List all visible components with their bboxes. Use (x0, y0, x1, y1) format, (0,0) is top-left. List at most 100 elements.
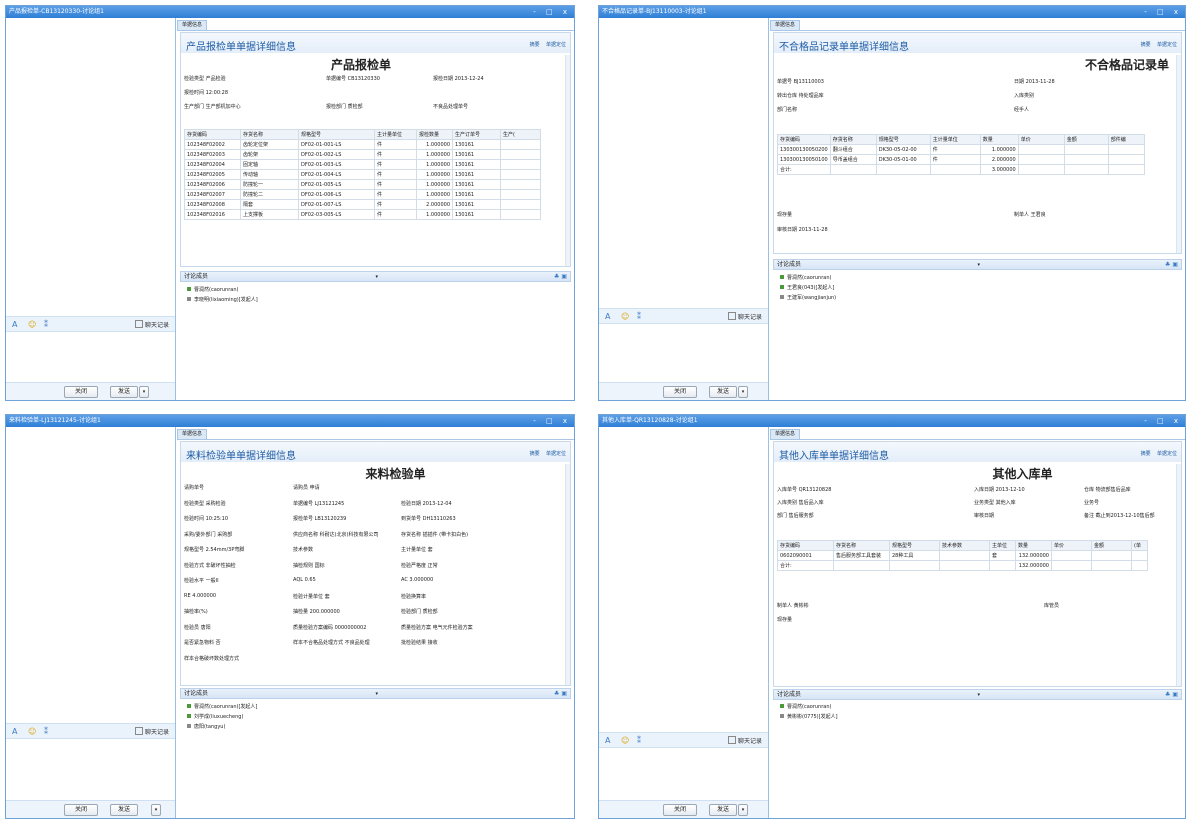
font-icon[interactable]: A (12, 320, 17, 329)
table-row[interactable]: 102348F02006 防撞轮一 DF02-01-005-LS 件 1.000000 1… (184, 179, 541, 190)
member-item[interactable]: 曹润然(caorunran) (187, 286, 238, 293)
close-button[interactable]: 关闭 (663, 804, 697, 816)
column-header[interactable]: 金额 (1063, 134, 1109, 145)
font-icon[interactable]: A (605, 736, 610, 745)
column-header[interactable]: 存货编码 (777, 134, 831, 145)
table-row[interactable]: 102348F02002 齿轮定位架 DF02-01-001-LS 件 1.000000… (184, 139, 541, 150)
member-item[interactable]: 曹润然(caorunran) (780, 274, 831, 281)
column-header[interactable]: 主单位 (989, 540, 1016, 551)
locate-link[interactable]: 单据定位 (546, 42, 566, 48)
column-header[interactable]: 生产( (500, 129, 541, 140)
table-row[interactable]: 合计: 3.000000 (777, 164, 1145, 175)
column-header[interactable]: 数量 (1015, 540, 1052, 551)
member-item[interactable]: 王建军(wangjianjun) (780, 294, 836, 301)
table-row[interactable]: 102348F02005 传动轴 DF02-01-004-LS 件 1.000000 13… (184, 169, 541, 180)
tab-document-info[interactable]: 单据信息 (177, 429, 208, 439)
column-header[interactable]: 存货名称 (240, 129, 299, 140)
member-item[interactable]: 黄彬彬(0775)[发起人] (780, 713, 838, 720)
send-dropdown-button[interactable]: ▾ (738, 386, 748, 398)
locate-link[interactable]: 单据定位 (1157, 451, 1177, 457)
member-item[interactable]: 曹润然(caorunran) (780, 703, 831, 710)
send-button[interactable]: 发送 (709, 386, 737, 398)
expand-icon[interactable]: ▾ (376, 689, 379, 699)
member-item[interactable]: 王君良(043)[发起人] (780, 284, 834, 291)
table-row[interactable]: 0602090001 售后服务部工具套装 28种工具 套 132.000000 (777, 550, 1148, 561)
summary-link[interactable]: 摘要 (530, 451, 540, 457)
send-button[interactable]: 发送 (110, 386, 138, 398)
summary-link[interactable]: 摘要 (1141, 42, 1151, 48)
column-header[interactable]: 单价 (1051, 540, 1092, 551)
column-header[interactable]: 存货编码 (184, 129, 241, 140)
close-button[interactable]: 关闭 (663, 386, 697, 398)
chat-record-button[interactable]: 聊天记录 (728, 736, 762, 745)
column-header[interactable]: 部件编 (1107, 134, 1145, 145)
table-row[interactable]: 102348F02004 固定轴 DF02-01-003-LS 件 1.000000 13… (184, 159, 541, 170)
tab-document-info[interactable]: 单据信息 (177, 20, 208, 30)
summary-link[interactable]: 摘要 (1141, 451, 1151, 457)
scrollbar[interactable] (565, 464, 570, 685)
window-controls[interactable]: - □ x (533, 6, 571, 18)
column-header[interactable]: 金额 (1091, 540, 1132, 551)
table-row[interactable]: 102348F02008 隔套 DF02-01-007-LS 件 2.000000 130… (184, 199, 541, 210)
column-header[interactable]: 生产订单号 (452, 129, 501, 140)
expand-icon[interactable]: ▾ (978, 690, 981, 700)
shake-icon[interactable]: ⁑ (44, 320, 48, 329)
send-button[interactable]: 发送 (709, 804, 737, 816)
window-controls[interactable]: - □ x (1144, 415, 1182, 427)
column-header[interactable]: 单价 (1017, 134, 1065, 145)
emoji-icon[interactable]: ☺ (621, 736, 629, 745)
member-tools-icon[interactable]: ♣ ▣ (554, 689, 567, 699)
column-header[interactable]: (单 (1131, 540, 1148, 551)
send-dropdown-button[interactable]: ▾ (738, 804, 748, 816)
column-header[interactable]: 存货名称 (833, 540, 890, 551)
member-item[interactable]: 唐阳(tangyu) (187, 723, 225, 730)
member-item[interactable]: 刘学成(liuxuecheng) (187, 713, 243, 720)
member-tools-icon[interactable]: ♣ ▣ (1165, 260, 1178, 270)
column-header[interactable]: 数量 (979, 134, 1019, 145)
column-header[interactable]: 主计量单位 (374, 129, 417, 140)
close-button[interactable]: 关闭 (64, 386, 98, 398)
table-row[interactable]: 102348F02007 防撞轮二 DF02-01-006-LS 件 1.000000 1… (184, 189, 541, 200)
column-header[interactable]: 规格型号 (875, 134, 931, 145)
window-controls[interactable]: - □ x (533, 415, 571, 427)
column-header[interactable]: 存货编码 (777, 540, 834, 551)
emoji-icon[interactable]: ☺ (28, 727, 36, 736)
shake-icon[interactable]: ⁑ (44, 727, 48, 736)
send-dropdown-button[interactable]: ▾ (151, 804, 161, 816)
chat-record-button[interactable]: 聊天记录 (135, 727, 169, 736)
tab-document-info[interactable]: 单据信息 (770, 20, 801, 30)
chat-record-button[interactable]: 聊天记录 (728, 312, 762, 321)
scrollbar[interactable] (1176, 55, 1181, 253)
expand-icon[interactable]: ▾ (376, 272, 379, 282)
member-item[interactable]: 李晓明(lixiaoming)[发起人] (187, 296, 258, 303)
column-header[interactable]: 存货名称 (829, 134, 877, 145)
window-controls[interactable]: - □ x (1144, 6, 1182, 18)
tab-document-info[interactable]: 单据信息 (770, 429, 801, 439)
emoji-icon[interactable]: ☺ (28, 320, 36, 329)
table-row[interactable]: 130300130050100 导币盖组合 DK30-05-01-00 件 2.0000… (777, 154, 1145, 165)
font-icon[interactable]: A (605, 312, 610, 321)
locate-link[interactable]: 单据定位 (546, 451, 566, 457)
column-header[interactable]: 报检数量 (416, 129, 453, 140)
shake-icon[interactable]: ⁑ (637, 312, 641, 321)
send-button[interactable]: 发送 (110, 804, 138, 816)
member-item[interactable]: 曹润然(caorunran)[发起人] (187, 703, 257, 710)
locate-link[interactable]: 单据定位 (1157, 42, 1177, 48)
summary-link[interactable]: 摘要 (530, 42, 540, 48)
table-row[interactable]: 合计: 132.000000 (777, 560, 1148, 571)
table-row[interactable]: 130300130050200 翻斗组合 DK30-05-02-00 件 1.00000… (777, 144, 1145, 155)
column-header[interactable]: 技术参数 (939, 540, 990, 551)
member-tools-icon[interactable]: ♣ ▣ (554, 272, 567, 282)
send-dropdown-button[interactable]: ▾ (139, 386, 149, 398)
chat-record-button[interactable]: 聊天记录 (135, 320, 169, 329)
shake-icon[interactable]: ⁑ (637, 736, 641, 745)
table-row[interactable]: 102348F02003 齿轮架 DF02-01-002-LS 件 1.000000 13… (184, 149, 541, 160)
scrollbar[interactable] (1176, 464, 1181, 686)
table-row[interactable]: 102348F02016 上支撑板 DF02-03-005-LS 件 1.000000 1… (184, 209, 541, 220)
column-header[interactable]: 主计量单位 (929, 134, 981, 145)
close-button[interactable]: 关闭 (64, 804, 98, 816)
font-icon[interactable]: A (12, 727, 17, 736)
column-header[interactable]: 规格型号 (889, 540, 940, 551)
member-tools-icon[interactable]: ♣ ▣ (1165, 690, 1178, 700)
expand-icon[interactable]: ▾ (978, 260, 981, 270)
